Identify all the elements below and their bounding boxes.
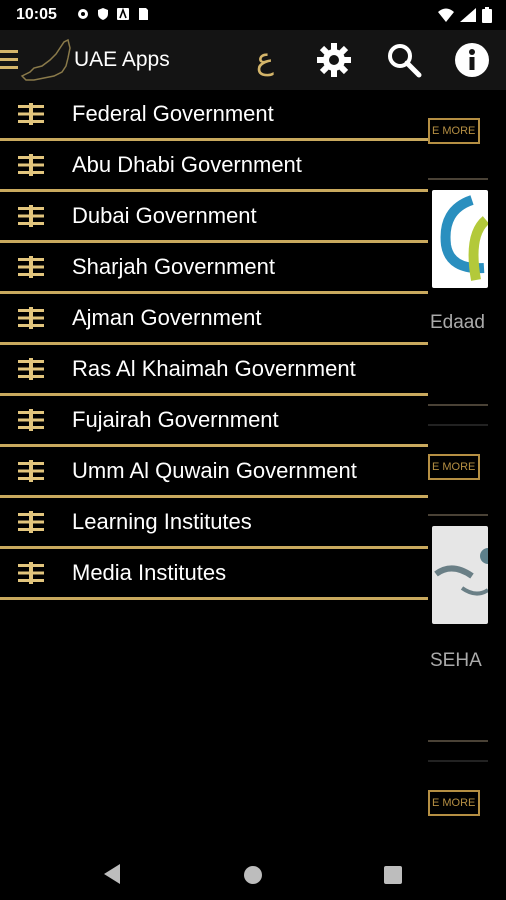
more-button[interactable]: E MORE — [428, 454, 480, 480]
drawer-item-label: Federal Government — [72, 101, 274, 126]
home-icon[interactable] — [244, 866, 262, 884]
gear-icon — [78, 9, 88, 19]
shield-icon — [98, 8, 108, 20]
a-icon — [117, 7, 129, 20]
back-icon[interactable] — [102, 863, 122, 885]
status-time: 10:05 — [16, 6, 57, 23]
recent-apps-icon[interactable] — [384, 866, 402, 884]
sim-icon — [139, 8, 148, 20]
drawer-item-dubai-government[interactable]: Dubai Government — [0, 192, 428, 243]
category-icon — [18, 409, 44, 431]
category-icon — [18, 307, 44, 329]
drawer-item-ajman-government[interactable]: Ajman Government — [0, 294, 428, 345]
drawer-item-label: Dubai Government — [72, 203, 257, 228]
divider — [428, 740, 488, 742]
edaad-app-thumbnail[interactable] — [432, 190, 488, 288]
drawer-item-ras-al-khaimah-government[interactable]: Ras Al Khaimah Government — [0, 345, 428, 396]
app-name-edaad: Edaad — [430, 312, 485, 333]
drawer-item-learning-institutes[interactable]: Learning Institutes — [0, 498, 428, 549]
gear-icon[interactable] — [316, 42, 352, 78]
system-nav-bar — [0, 850, 506, 900]
drawer-item-label: Abu Dhabi Government — [72, 152, 302, 177]
battery-icon — [482, 7, 492, 23]
divider — [428, 760, 488, 762]
category-icon — [18, 205, 44, 227]
category-icon — [18, 103, 44, 125]
drawer-item-label: Ras Al Khaimah Government — [72, 356, 356, 381]
app-name-seha: SEHA — [430, 650, 482, 671]
drawer-item-umm-al-quwain-government[interactable]: Umm Al Quwain Government — [0, 447, 428, 498]
seha-app-thumbnail[interactable] — [432, 526, 488, 624]
category-icon — [18, 511, 44, 533]
drawer-item-sharjah-government[interactable]: Sharjah Government — [0, 243, 428, 294]
divider — [428, 178, 488, 180]
status-bar: 10:05 — [0, 0, 506, 30]
menu-icon[interactable] — [0, 50, 18, 72]
drawer-item-label: Fujairah Government — [72, 407, 279, 432]
signal-icon — [460, 8, 476, 22]
drawer-item-federal-government[interactable]: Federal Government — [0, 90, 428, 141]
drawer-item-label: Media Institutes — [72, 560, 227, 585]
drawer-item-label: Ajman Government — [72, 305, 262, 330]
category-icon — [18, 256, 44, 278]
drawer-item-label: Learning Institutes — [72, 509, 252, 534]
status-icons-right — [438, 7, 492, 23]
drawer-item-abu-dhabi-government[interactable]: Abu Dhabi Government — [0, 141, 428, 192]
status-icons-left — [76, 7, 150, 21]
uae-map-logo — [20, 38, 71, 81]
drawer-item-label: Umm Al Quwain Government — [72, 458, 357, 483]
category-icon — [18, 460, 44, 482]
divider — [428, 424, 488, 426]
arabic-language-icon[interactable]: ع — [250, 42, 280, 78]
more-button[interactable]: E MORE — [428, 790, 480, 816]
info-icon[interactable] — [454, 42, 490, 78]
category-icon — [18, 562, 44, 584]
divider — [428, 514, 488, 516]
divider — [428, 404, 488, 406]
navigation-drawer: Federal Government Abu Dhabi Government … — [0, 90, 428, 850]
wifi-icon — [438, 8, 454, 22]
background-app-list: E MORE Edaad E MORE SEHA E MORE — [428, 90, 506, 850]
category-icon — [18, 358, 44, 380]
drawer-item-label: Sharjah Government — [72, 254, 275, 279]
more-button[interactable]: E MORE — [428, 118, 480, 144]
drawer-item-media-institutes[interactable]: Media Institutes — [0, 549, 428, 600]
app-bar: UAE Apps ع — [0, 30, 506, 90]
app-title: UAE Apps — [74, 48, 170, 71]
drawer-item-fujairah-government[interactable]: Fujairah Government — [0, 396, 428, 447]
search-icon[interactable] — [386, 42, 422, 78]
category-icon — [18, 154, 44, 176]
